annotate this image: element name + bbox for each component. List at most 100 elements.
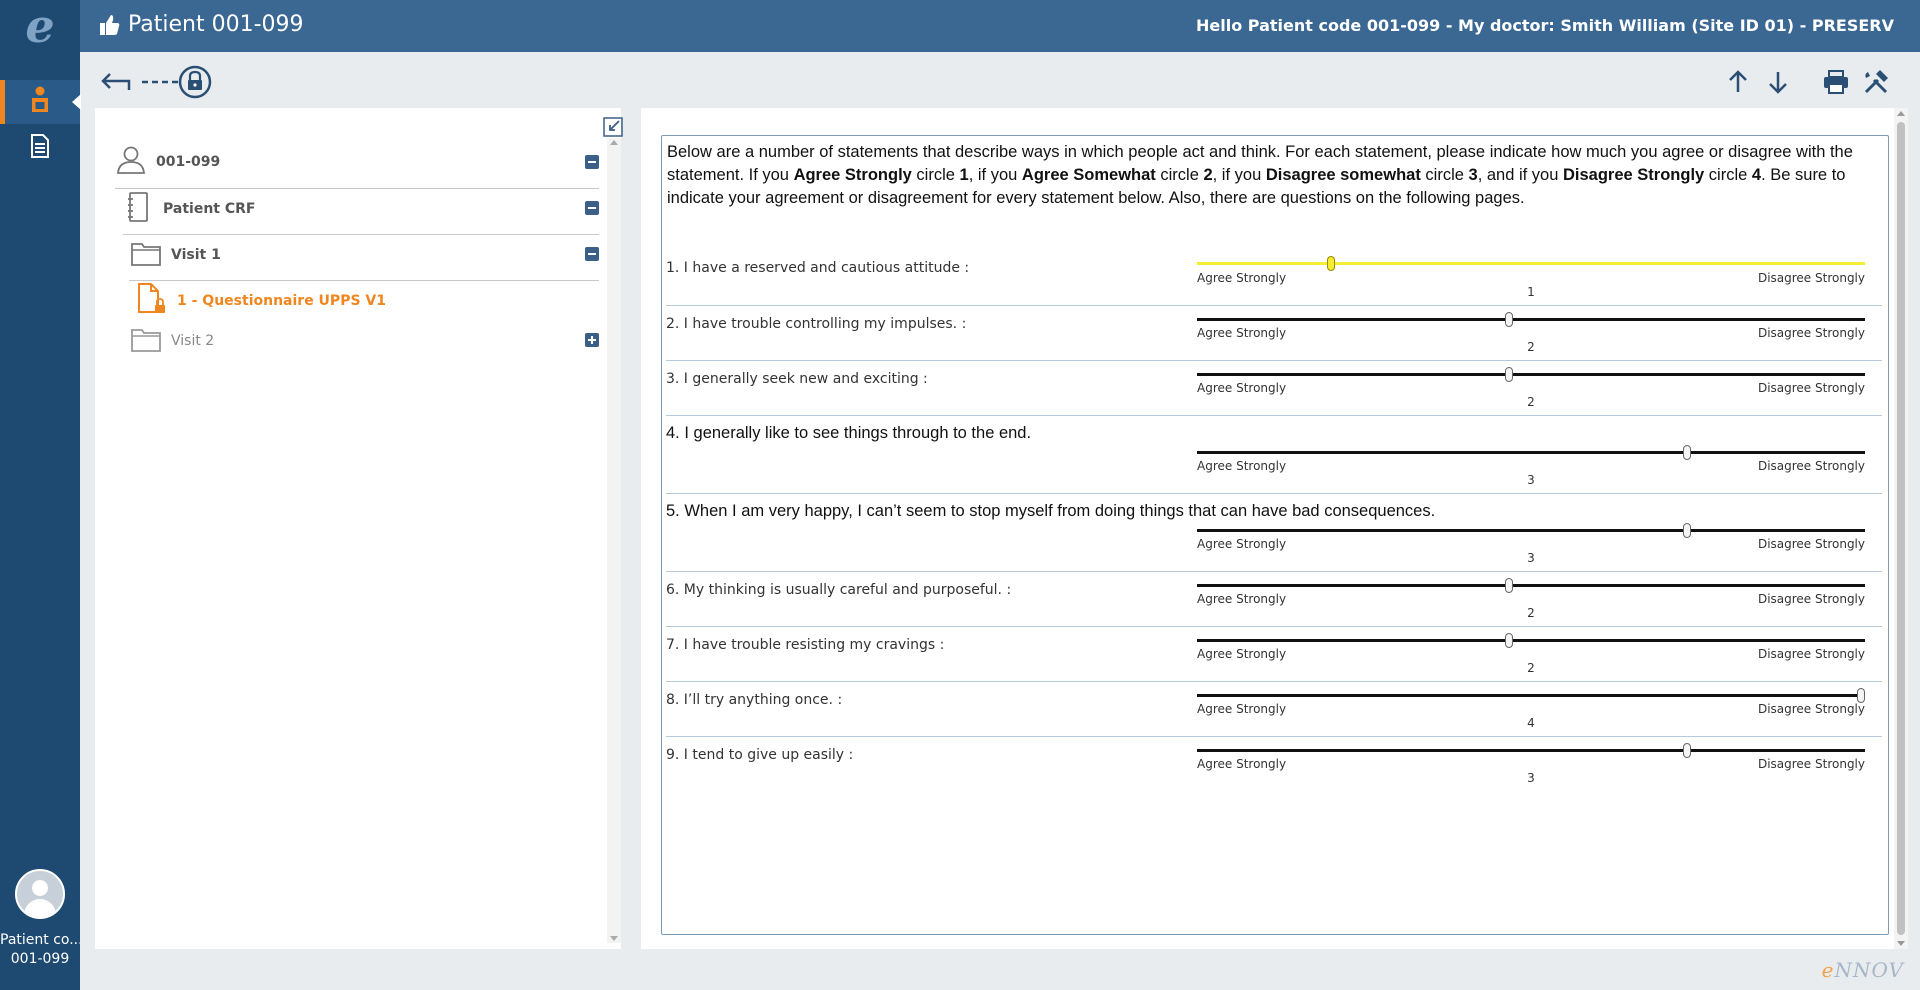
- slider-min-label: Agree Strongly: [1197, 326, 1287, 340]
- question-text: 6. My thinking is usually careful and pu…: [666, 582, 1012, 598]
- answer-slider[interactable]: Agree Strongly Disagree Strongly 3: [1197, 737, 1865, 807]
- slider-value: 2: [1527, 340, 1535, 354]
- slider-max-label: Disagree Strongly: [1757, 326, 1865, 340]
- tree-scrollbar[interactable]: [607, 138, 621, 943]
- slider-max-label: Disagree Strongly: [1757, 757, 1865, 771]
- slider-value: 2: [1527, 395, 1535, 409]
- slider-handle[interactable]: [1504, 367, 1513, 382]
- form-scrollbar[interactable]: [1894, 108, 1908, 949]
- form-panel: Below are a number of statements that de…: [641, 108, 1908, 949]
- locked-file-icon: [137, 283, 167, 319]
- tree-item-patient-crf[interactable]: Patient CRF: [127, 187, 255, 231]
- question-row: 7. I have trouble resisting my cravings …: [666, 627, 1882, 682]
- slider-track[interactable]: [1197, 584, 1865, 587]
- question-row: 4. I generally like to see things throug…: [666, 416, 1882, 494]
- slider-value: 4: [1527, 716, 1535, 730]
- folder-icon: [131, 240, 161, 270]
- slider-min-label: Agree Strongly: [1197, 381, 1287, 395]
- slider-value: 2: [1527, 606, 1535, 620]
- question-text: 3. I generally seek new and exciting :: [666, 371, 928, 387]
- slider-max-label: Disagree Strongly: [1757, 647, 1865, 661]
- slider-min-label: Agree Strongly: [1197, 592, 1287, 606]
- slider-value: 2: [1527, 661, 1535, 675]
- slider-max-label: Disagree Strongly: [1757, 592, 1865, 606]
- question-row: 1. I have a reserved and cautious attitu…: [666, 248, 1882, 306]
- toggle-collapse-patient[interactable]: [585, 155, 599, 169]
- slider-track[interactable]: [1197, 451, 1865, 454]
- slider-handle[interactable]: [1857, 688, 1865, 703]
- slider-value: 3: [1527, 551, 1535, 565]
- slider-max-label: Disagree Strongly: [1757, 459, 1865, 473]
- slider-min-label: Agree Strongly: [1197, 702, 1287, 716]
- tree-panel: 001-099 Patient CRF Visit 1 1 - Question…: [95, 108, 623, 949]
- toggle-collapse-visit-1[interactable]: [585, 247, 599, 261]
- slider-track[interactable]: [1197, 318, 1865, 321]
- slider-handle[interactable]: [1326, 256, 1335, 271]
- slider-track[interactable]: [1197, 749, 1865, 752]
- notebook-icon: [127, 192, 149, 226]
- tree-item-patient[interactable]: 001-099: [116, 140, 220, 184]
- slider-value: 1: [1527, 285, 1535, 299]
- app-logo[interactable]: e: [0, 0, 80, 52]
- tree-item-visit-2[interactable]: Visit 2: [131, 319, 214, 363]
- slider-min-label: Agree Strongly: [1197, 459, 1287, 473]
- question-row: 6. My thinking is usually careful and pu…: [666, 572, 1882, 627]
- document-icon: [30, 134, 50, 162]
- greeting-text: Hello Patient code 001-099 - My doctor: …: [1196, 16, 1894, 35]
- question-row: 8. I’ll try anything once. : Agree Stron…: [666, 682, 1882, 737]
- question-text: 7. I have trouble resisting my cravings …: [666, 637, 945, 653]
- slider-max-label: Disagree Strongly: [1757, 381, 1865, 395]
- slider-handle[interactable]: [1682, 743, 1691, 758]
- slider-max-label: Disagree Strongly: [1757, 271, 1865, 285]
- top-bar: Patient 001-099 Hello Patient code 001-0…: [80, 0, 1920, 52]
- left-nav: e Patient co... 001-099: [0, 0, 81, 990]
- arrow-up-icon[interactable]: [1724, 68, 1752, 96]
- slider-min-label: Agree Strongly: [1197, 537, 1287, 551]
- slider-track[interactable]: [1197, 373, 1865, 376]
- slider-max-label: Disagree Strongly: [1757, 702, 1865, 716]
- nav-patient-button[interactable]: [0, 80, 81, 124]
- slider-handle[interactable]: [1504, 312, 1513, 327]
- toolbar-left: [100, 62, 214, 102]
- question-text: 2. I have trouble controlling my impulse…: [666, 316, 967, 332]
- nav-documents-button[interactable]: [0, 126, 80, 170]
- slider-track[interactable]: [1197, 529, 1865, 532]
- lock-icon[interactable]: [140, 64, 214, 100]
- slider-track[interactable]: [1197, 262, 1865, 265]
- user-icon: [116, 145, 146, 179]
- arrow-down-icon[interactable]: [1764, 68, 1792, 96]
- slider-track[interactable]: [1197, 694, 1865, 697]
- user-label: Patient co... 001-099: [0, 932, 80, 967]
- question-row: 2. I have trouble controlling my impulse…: [666, 306, 1882, 361]
- slider-handle[interactable]: [1682, 523, 1691, 538]
- slider-handle[interactable]: [1504, 633, 1513, 648]
- toggle-expand-visit-2[interactable]: [585, 333, 599, 347]
- question-row: 9. I tend to give up easily : Agree Stro…: [666, 737, 1882, 792]
- answer-slider[interactable]: Agree Strongly Disagree Strongly 3: [1197, 494, 1865, 565]
- toggle-collapse-crf[interactable]: [585, 201, 599, 215]
- tree-item-questionnaire[interactable]: 1 - Questionnaire UPPS V1: [137, 279, 386, 323]
- slider-track[interactable]: [1197, 639, 1865, 642]
- question-text: 1. I have a reserved and cautious attitu…: [666, 260, 970, 276]
- tools-icon[interactable]: [1862, 68, 1890, 96]
- avatar[interactable]: [15, 869, 65, 919]
- folder-icon: [131, 326, 161, 356]
- slider-handle[interactable]: [1682, 445, 1691, 460]
- question-text: 8. I’ll try anything once. :: [666, 692, 843, 708]
- question-row: 5. When I am very happy, I can’t seem to…: [666, 494, 1882, 572]
- slider-max-label: Disagree Strongly: [1757, 537, 1865, 551]
- slider-min-label: Agree Strongly: [1197, 647, 1287, 661]
- back-arrow-icon[interactable]: [100, 70, 132, 94]
- print-icon[interactable]: [1822, 69, 1850, 95]
- tree-item-visit-1[interactable]: Visit 1: [131, 233, 221, 277]
- slider-value: 3: [1527, 473, 1535, 487]
- question-text: 9. I tend to give up easily :: [666, 747, 854, 763]
- thumbs-up-icon: [100, 14, 120, 40]
- toolbar-right: [1724, 68, 1890, 96]
- slider-value: 3: [1527, 771, 1535, 785]
- slider-handle[interactable]: [1504, 578, 1513, 593]
- answer-slider[interactable]: Agree Strongly Disagree Strongly 3: [1197, 416, 1865, 487]
- instructions-text: Below are a number of statements that de…: [667, 143, 1853, 207]
- questionnaire-form: Below are a number of statements that de…: [661, 135, 1889, 935]
- question-row: 3. I generally seek new and exciting : A…: [666, 361, 1882, 416]
